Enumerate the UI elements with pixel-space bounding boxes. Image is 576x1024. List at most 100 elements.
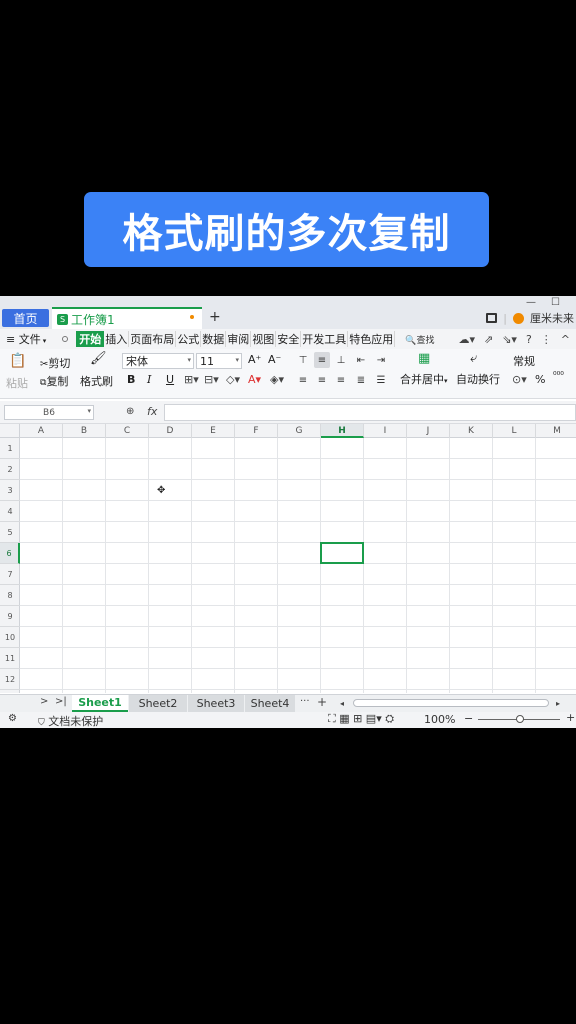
sheet-next-button[interactable]: > [40,696,48,707]
sheet-last-button[interactable]: >| [55,696,67,707]
row-header-2[interactable]: 2 [0,459,20,480]
new-tab-button[interactable]: + [209,309,221,325]
menu-tab-home[interactable]: 开始 [76,331,105,347]
percent-button[interactable]: % [535,373,545,386]
wrap-text-button[interactable]: 自动换行 [456,371,500,387]
copy-button[interactable]: ⧉复制 [40,373,68,389]
justify-icon[interactable]: ≣ [353,372,369,388]
selected-cell[interactable] [320,542,364,564]
currency-icon[interactable]: ⊙▾ [512,373,527,386]
menu-tab-page-layout[interactable]: 页面布局 [129,331,177,347]
formula-input[interactable] [164,404,576,421]
share-icon[interactable]: ⇗ [484,333,493,346]
distribute-icon[interactable]: ☰ [373,372,389,388]
row-header-6[interactable]: 6 [0,543,20,564]
tab-document[interactable]: S 工作簿1 [52,307,202,329]
add-sheet-button[interactable]: + [317,695,327,709]
wrap-icon[interactable]: ⤶ [470,351,477,366]
indent-decrease-icon[interactable]: ⇤ [353,352,369,368]
cell-style-icon[interactable]: ⊟▾ [204,373,219,386]
row-header-4[interactable]: 4 [0,501,20,522]
font-grow-button[interactable]: A⁺ [248,353,261,366]
menu-tab-view[interactable]: 视图 [251,331,277,347]
avatar[interactable] [513,312,524,324]
spreadsheet-grid[interactable]: ABCDEFGHIJKLM 12345678910111213 ✥ [0,424,576,711]
column-header-a[interactable]: A [20,424,63,438]
view-mode-icons[interactable]: ⛶ ▦ ⊞ ▤▾ ⛭ [328,712,394,726]
row-header-9[interactable]: 9 [0,606,20,627]
column-header-f[interactable]: F [235,424,278,438]
menu-tab-review[interactable]: 审阅 [226,331,252,347]
row-header-7[interactable]: 7 [0,564,20,585]
column-header-j[interactable]: J [407,424,450,438]
column-header-i[interactable]: I [364,424,407,438]
select-all-corner[interactable] [0,424,20,438]
align-middle-icon[interactable]: ≡ [314,352,330,368]
format-painter-button[interactable]: 格式刷 [80,373,113,389]
column-header-c[interactable]: C [106,424,149,438]
sheet-tab-2[interactable]: Sheet2 [129,695,187,712]
paste-button[interactable]: 粘贴 [6,375,28,391]
border-icon[interactable]: ⊞▾ [184,373,199,386]
sheet-tab-1[interactable]: Sheet1 [72,695,128,712]
merge-icon[interactable]: ▦ [418,351,430,366]
protection-status[interactable]: ⛉ 文档未保护 [38,713,103,728]
search-button[interactable]: 🔍查找 [405,333,434,346]
name-box[interactable]: B6 ▾ [4,405,94,420]
paste-icon[interactable]: 📋 [9,353,26,369]
scroll-right-icon[interactable]: ▸ [556,699,560,708]
column-header-k[interactable]: K [450,424,493,438]
row-header-10[interactable]: 10 [0,627,20,648]
sheet-tab-3[interactable]: Sheet3 [188,695,244,712]
help-icon[interactable]: ? [526,333,532,346]
book-icon[interactable] [486,313,498,323]
column-header-e[interactable]: E [192,424,235,438]
horizontal-scrollbar[interactable] [353,699,549,707]
maximize-button[interactable]: ☐ [551,297,560,308]
brush-icon[interactable]: 🖌 [90,351,107,366]
column-header-b[interactable]: B [63,424,106,438]
row-header-5[interactable]: 5 [0,522,20,543]
number-format-select[interactable]: 常规 [509,353,576,369]
menu-tab-formulas[interactable]: 公式 [176,331,202,347]
cut-button[interactable]: ✂剪切 [40,355,70,371]
scroll-left-icon[interactable]: ◂ [340,699,344,708]
macro-icon[interactable]: ⚙ [8,713,17,724]
menu-tab-security[interactable]: 安全 [276,331,302,347]
row-header-12[interactable]: 12 [0,669,20,690]
align-left-icon[interactable]: ≡ [295,372,311,388]
cloud-icon[interactable]: ☁▾ [458,333,475,346]
column-header-g[interactable]: G [278,424,321,438]
menu-tab-developer[interactable]: 开发工具 [301,331,349,347]
menu-tab-data[interactable]: 数据 [201,331,227,347]
align-top-icon[interactable]: ⊤ [295,352,311,368]
minimize-button[interactable]: — [526,297,536,308]
font-name-select[interactable]: 宋体 ▾ [122,353,194,369]
tab-home[interactable]: 首页 [2,309,49,327]
file-menu[interactable]: ≡ 文件 ▾ [6,331,46,347]
fill-color-icon[interactable]: ◇▾ [226,373,240,386]
font-shrink-button[interactable]: A⁻ [268,353,281,366]
collapse-icon[interactable]: ^ [561,333,570,346]
zoom-icon[interactable]: ⊕ [126,406,134,417]
eraser-icon[interactable]: ◈▾ [270,373,284,386]
column-header-m[interactable]: M [536,424,576,438]
row-header-1[interactable]: 1 [0,438,20,459]
merge-center-button[interactable]: 合并居中▾ [400,371,448,387]
align-bottom-icon[interactable]: ⊥ [333,352,349,368]
undo-circle-icon[interactable] [62,336,69,342]
align-center-icon[interactable]: ≡ [314,372,330,388]
bold-button[interactable]: B [127,373,135,386]
zoom-out-button[interactable]: − [464,712,473,725]
thousands-button[interactable]: ⁰⁰⁰ [553,371,564,381]
indent-increase-icon[interactable]: ⇥ [373,352,389,368]
column-header-l[interactable]: L [493,424,536,438]
font-color-icon[interactable]: A▾ [248,373,261,386]
zoom-in-button[interactable]: + [566,711,575,724]
sheet-tab-4[interactable]: Sheet4 [245,695,295,712]
row-header-3[interactable]: 3 [0,480,20,501]
more-icon[interactable]: ⋮ [541,333,552,346]
font-size-select[interactable]: 11 ▾ [196,353,242,369]
row-header-8[interactable]: 8 [0,585,20,606]
export-icon[interactable]: ⇘▾ [502,333,517,346]
